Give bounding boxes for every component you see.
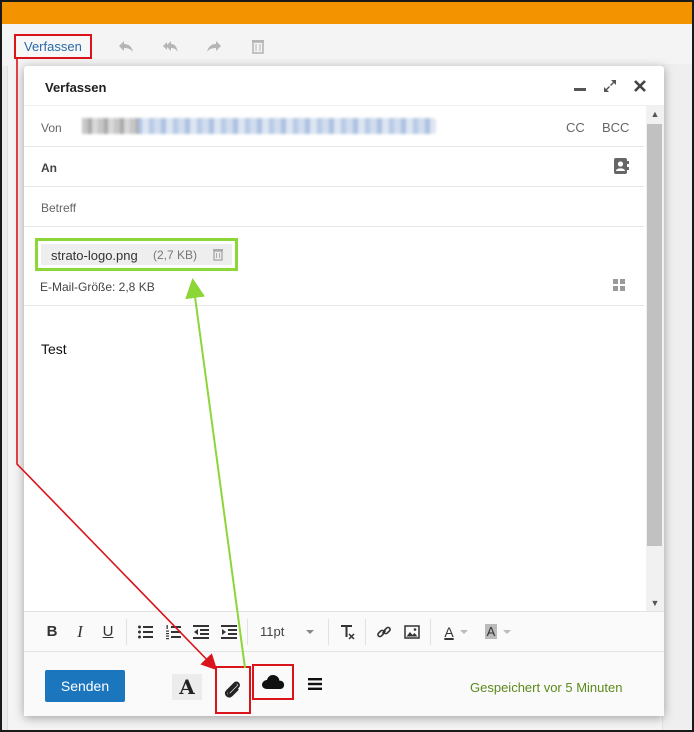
forward-icon[interactable] bbox=[204, 36, 224, 56]
scroll-up-icon[interactable]: ▲ bbox=[649, 108, 661, 120]
subject-label: Betreff bbox=[41, 201, 77, 215]
more-options-icon[interactable] bbox=[306, 674, 324, 694]
separator bbox=[126, 618, 127, 645]
chevron-down-icon bbox=[306, 629, 314, 634]
compose-title: Verfassen bbox=[45, 80, 107, 95]
send-button[interactable]: Senden bbox=[45, 670, 125, 702]
compose-header: Verfassen bbox=[24, 66, 664, 106]
font-size-select[interactable]: 11pt bbox=[252, 620, 324, 644]
link-icon[interactable] bbox=[370, 620, 398, 644]
attachment-size: (2,7 KB) bbox=[153, 248, 198, 262]
scrollbar-thumb[interactable] bbox=[647, 124, 662, 546]
clear-format-icon[interactable] bbox=[333, 620, 361, 644]
compose-button[interactable]: Verfassen bbox=[14, 33, 92, 59]
compose-footer: Senden A Gespeichert vor 5 Minuten bbox=[24, 651, 664, 716]
reply-all-icon[interactable] bbox=[160, 36, 180, 56]
from-row: Von CC BCC bbox=[24, 107, 644, 147]
minimize-icon[interactable] bbox=[572, 78, 588, 94]
attachment-highlight: strato-logo.png (2,7 KB) bbox=[35, 238, 238, 271]
text-format-icon[interactable]: A bbox=[172, 674, 202, 700]
bcc-button[interactable]: BCC bbox=[602, 120, 629, 135]
font-color-icon[interactable]: A bbox=[435, 620, 477, 644]
attach-file-icon[interactable] bbox=[215, 666, 251, 714]
reply-icon[interactable] bbox=[116, 36, 136, 56]
trash-icon[interactable] bbox=[248, 36, 268, 56]
mail-toolbar: Verfassen bbox=[14, 32, 268, 60]
cloud-icon[interactable] bbox=[252, 664, 294, 700]
compose-dialog: Verfassen ▲ ▼ Von CC BCC An Betreff stra… bbox=[24, 66, 664, 716]
grid-view-icon[interactable] bbox=[612, 278, 626, 292]
separator bbox=[247, 618, 248, 645]
image-icon[interactable] bbox=[398, 620, 426, 644]
message-body-editor[interactable]: Test bbox=[24, 307, 644, 612]
attachment-filename: strato-logo.png bbox=[51, 248, 138, 263]
to-label: An bbox=[41, 161, 57, 175]
expand-icon[interactable] bbox=[602, 78, 618, 94]
saved-status: Gespeichert vor 5 Minuten bbox=[470, 680, 623, 695]
screenshot-frame: Verfassen Verfassen ▲ ▼ Von CC BCC An Be… bbox=[0, 0, 694, 732]
font-size-value: 11pt bbox=[260, 624, 285, 639]
attachments-area: strato-logo.png (2,7 KB) E-Mail-Größe: 2… bbox=[24, 226, 644, 306]
from-label: Von bbox=[41, 121, 62, 135]
message-body-text: Test bbox=[41, 341, 67, 357]
separator bbox=[430, 618, 431, 645]
format-toolbar: B I U 11pt A A bbox=[24, 611, 664, 651]
app-top-bar bbox=[2, 2, 692, 24]
bg-color-letter: A bbox=[484, 624, 498, 639]
from-address-blurred[interactable] bbox=[82, 118, 436, 134]
font-color-letter: A bbox=[444, 623, 454, 640]
underline-icon[interactable]: U bbox=[94, 620, 122, 644]
bg-color-icon[interactable]: A bbox=[477, 620, 519, 644]
bg-right-pane bbox=[662, 64, 692, 730]
bullet-list-icon[interactable] bbox=[131, 620, 159, 644]
bg-list-pane bbox=[2, 66, 8, 730]
separator bbox=[328, 618, 329, 645]
attachment-chip[interactable]: strato-logo.png (2,7 KB) bbox=[41, 244, 232, 265]
window-controls bbox=[572, 78, 648, 94]
close-icon[interactable] bbox=[632, 78, 648, 94]
bold-icon[interactable]: B bbox=[38, 620, 66, 644]
subject-row[interactable]: Betreff bbox=[24, 187, 644, 227]
mail-size-label: E-Mail-Größe: 2,8 KB bbox=[40, 280, 155, 294]
chevron-down-icon bbox=[459, 629, 468, 634]
numbered-list-icon[interactable] bbox=[159, 620, 187, 644]
chevron-down-icon bbox=[503, 629, 512, 634]
contacts-icon[interactable] bbox=[613, 157, 629, 175]
separator bbox=[365, 618, 366, 645]
scroll-down-icon[interactable]: ▼ bbox=[649, 597, 661, 609]
cc-button[interactable]: CC bbox=[566, 120, 585, 135]
italic-icon[interactable]: I bbox=[66, 620, 94, 644]
to-row[interactable]: An bbox=[24, 147, 644, 187]
indent-icon[interactable] bbox=[215, 620, 243, 644]
trash-icon[interactable] bbox=[211, 247, 225, 261]
outdent-icon[interactable] bbox=[187, 620, 215, 644]
